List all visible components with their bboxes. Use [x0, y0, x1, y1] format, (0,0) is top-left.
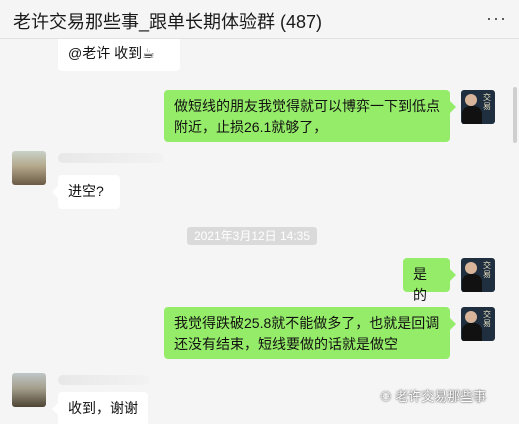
avatar[interactable]: [12, 373, 46, 407]
message-bubble[interactable]: 收到，谢谢: [52, 392, 148, 424]
chat-title: 老许交易那些事_跟单长期体验群 (487): [13, 12, 323, 32]
message-text: @老许 收到☕: [68, 45, 155, 61]
avatar[interactable]: [12, 151, 46, 185]
message-text: 是的: [413, 266, 427, 303]
message-bubble[interactable]: 做短线的朋友我觉得就可以博弈一下到低点附近，止损26.1就够了，: [164, 90, 456, 142]
message-text: 进空?: [68, 183, 104, 199]
more-options-button[interactable]: ···: [486, 8, 507, 29]
message-text: 收到，谢谢: [68, 400, 138, 416]
message-text: 我觉得跌破25.8就不能做多了，也就是回调还没有结束，短线要做的话就是做空: [174, 315, 440, 352]
watermark-text: 老许交易那些事: [395, 389, 487, 404]
message-bubble[interactable]: 进空?: [52, 175, 120, 209]
chat-header: 老许交易那些事_跟单长期体验群 (487) ···: [0, 0, 519, 39]
message-bubble[interactable]: 我觉得跌破25.8就不能做多了，也就是回调还没有结束，短线要做的话就是做空: [164, 307, 456, 359]
timestamp: 2021年3月12日 14:35: [187, 227, 317, 245]
avatar[interactable]: 交易: [461, 258, 495, 292]
wechat-logo-icon: ⚇: [380, 389, 396, 404]
avatar[interactable]: 交易: [461, 307, 495, 341]
scrollbar[interactable]: [513, 87, 517, 143]
message-bubble[interactable]: @老许 收到☕: [58, 39, 180, 71]
message-text: 做短线的朋友我觉得就可以博弈一下到低点附近，止损26.1就够了，: [174, 98, 440, 135]
message-bubble[interactable]: 是的: [403, 258, 456, 303]
avatar[interactable]: 交易: [461, 90, 495, 124]
chat-area[interactable]: @老许 收到☕ 做短线的朋友我觉得就可以博弈一下到低点附近，止损26.1就够了，…: [0, 39, 519, 424]
sender-name: [58, 375, 150, 385]
sender-name: [58, 153, 164, 163]
watermark: ⚇ 老许交易那些事: [380, 386, 486, 404]
